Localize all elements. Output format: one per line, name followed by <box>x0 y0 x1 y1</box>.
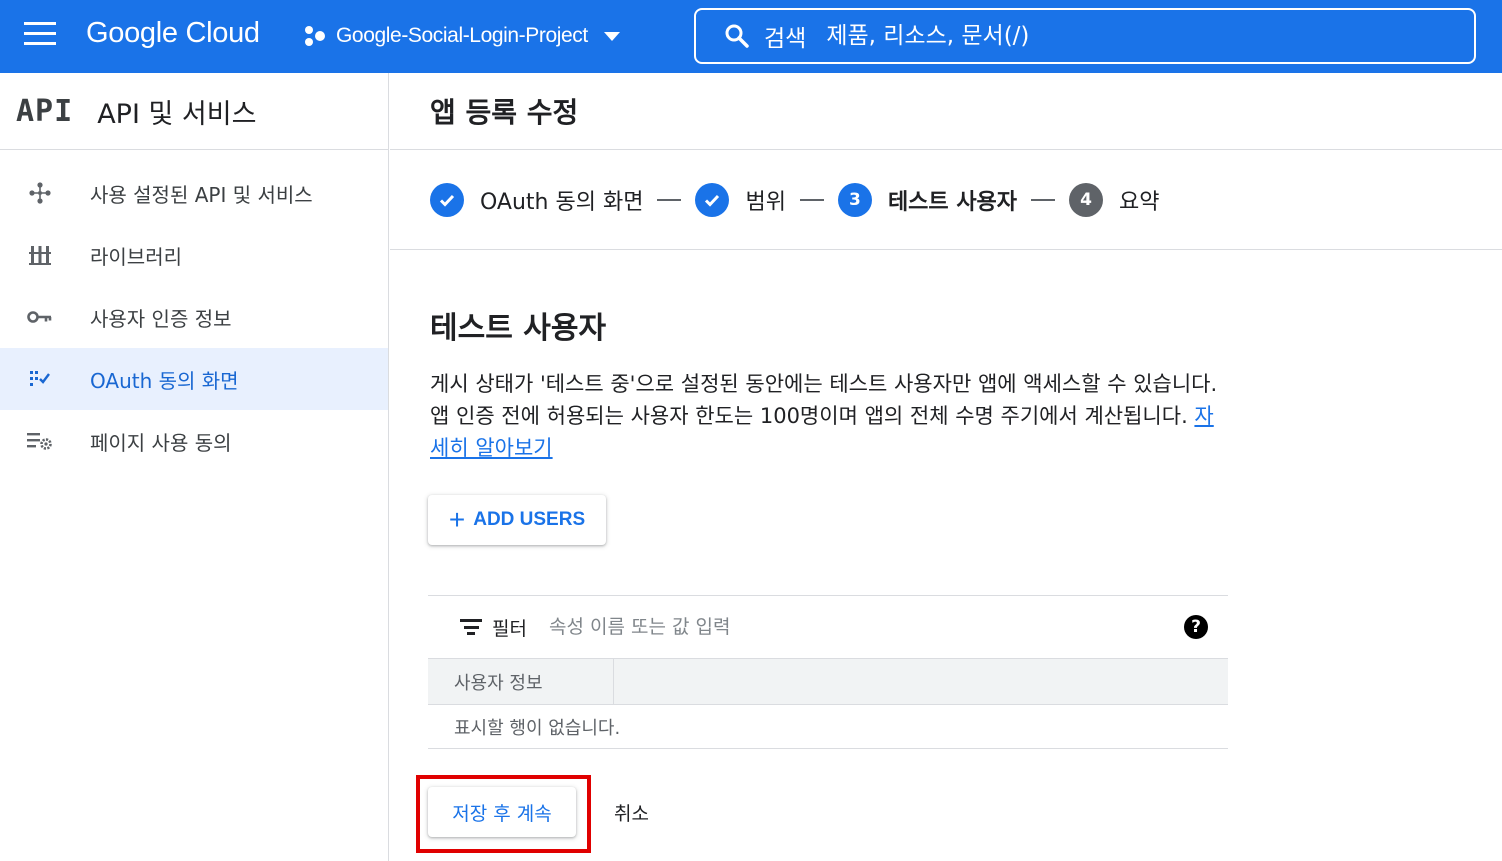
step-label: OAuth 동의 화면 <box>480 190 644 215</box>
step-label: 요약 <box>1119 190 1160 215</box>
step-summary[interactable]: 4 요약 <box>1069 183 1160 217</box>
settings-list-icon <box>26 427 54 455</box>
search-label: 검색 <box>764 26 807 52</box>
step-scopes[interactable]: 범위 <box>695 183 786 217</box>
project-icon <box>305 26 325 46</box>
sidebar-item-page-usage-agreement[interactable]: 페이지 사용 동의 <box>0 410 388 472</box>
sidebar-header: API API 및 서비스 <box>0 73 388 150</box>
step-separator <box>1031 199 1056 201</box>
sidebar-item-label: 사용 설정된 API 및 서비스 <box>90 182 313 207</box>
sidebar-item-label: 페이지 사용 동의 <box>90 430 232 455</box>
sidebar-item-label: 사용자 인증 정보 <box>90 306 232 331</box>
empty-table-message: 표시할 행이 없습니다. <box>428 705 1228 749</box>
consent-icon <box>26 365 54 393</box>
description-text: 게시 상태가 '테스트 중'으로 설정된 동안에는 테스트 사용자만 앱에 액세… <box>430 368 1230 464</box>
add-users-button[interactable]: + ADD USERS <box>428 495 606 545</box>
table-header-row: 사용자 정보 <box>428 659 1228 705</box>
section-title: 테스트 사용자 <box>430 311 607 346</box>
menu-icon[interactable] <box>24 22 56 50</box>
key-icon <box>26 303 54 331</box>
search-icon <box>725 24 749 48</box>
filter-label: 필터 <box>492 617 527 640</box>
page-title: 앱 등록 수정 <box>430 96 579 129</box>
main-content: 앱 등록 수정 OAuth 동의 화면 범위 3 테스트 사용자 4 요약 테스… <box>390 73 1502 861</box>
hub-icon <box>26 179 54 207</box>
sidebar-item-credentials[interactable]: 사용자 인증 정보 <box>0 286 388 348</box>
library-icon <box>26 241 54 269</box>
test-users-table: 필터 ? 사용자 정보 표시할 행이 없습니다. <box>428 595 1228 749</box>
search-bar[interactable]: 검색 <box>694 8 1476 64</box>
cancel-button[interactable]: 취소 <box>602 787 661 837</box>
sidebar-item-oauth-consent[interactable]: OAuth 동의 화면 <box>0 348 388 410</box>
step-number: 4 <box>1069 183 1104 217</box>
divider <box>390 149 1502 150</box>
sidebar-item-label: 라이브러리 <box>90 244 182 269</box>
google-cloud-logo[interactable]: Google Cloud <box>86 17 260 50</box>
sidebar-item-label: OAuth 동의 화면 <box>90 368 239 393</box>
step-label: 테스트 사용자 <box>887 190 1018 215</box>
project-name: Google-Social-Login-Project <box>336 24 588 47</box>
step-number: 3 <box>837 183 872 217</box>
sidebar-item-enabled-apis[interactable]: 사용 설정된 API 및 서비스 <box>0 162 388 224</box>
check-circle-icon <box>695 183 730 217</box>
description-body: 게시 상태가 '테스트 중'으로 설정된 동안에는 테스트 사용자만 앱에 액세… <box>430 372 1218 428</box>
sidebar-title: API 및 서비스 <box>97 98 257 130</box>
sidebar-nav: 사용 설정된 API 및 서비스 라이브러리 사용자 인증 정보 OAuth 동… <box>0 150 388 472</box>
search-input[interactable] <box>826 23 1427 49</box>
divider <box>390 249 1502 250</box>
project-selector[interactable]: Google-Social-Login-Project <box>300 18 620 54</box>
help-icon[interactable]: ? <box>1184 615 1208 639</box>
sidebar-item-library[interactable]: 라이브러리 <box>0 224 388 286</box>
stepper: OAuth 동의 화면 범위 3 테스트 사용자 4 요약 <box>430 181 1160 219</box>
step-separator <box>657 199 682 201</box>
top-app-bar: Google Cloud Google-Social-Login-Project… <box>0 0 1502 73</box>
filter-input[interactable] <box>548 616 1109 638</box>
step-oauth-consent[interactable]: OAuth 동의 화면 <box>430 183 643 217</box>
check-circle-icon <box>430 183 464 217</box>
step-label: 범위 <box>745 190 786 215</box>
plus-icon: + <box>448 504 466 535</box>
add-users-label: ADD USERS <box>473 509 586 530</box>
chevron-down-icon <box>603 31 620 41</box>
column-header-user-info[interactable]: 사용자 정보 <box>428 659 614 704</box>
filter-bar: 필터 ? <box>428 595 1228 659</box>
step-separator <box>799 199 824 201</box>
save-and-continue-button[interactable]: 저장 후 계속 <box>428 787 576 837</box>
sidebar: API API 및 서비스 사용 설정된 API 및 서비스 라이브러리 사용자… <box>0 73 389 861</box>
filter-icon <box>460 619 482 635</box>
api-logo: API <box>16 93 74 129</box>
step-test-users[interactable]: 3 테스트 사용자 <box>837 183 1018 217</box>
